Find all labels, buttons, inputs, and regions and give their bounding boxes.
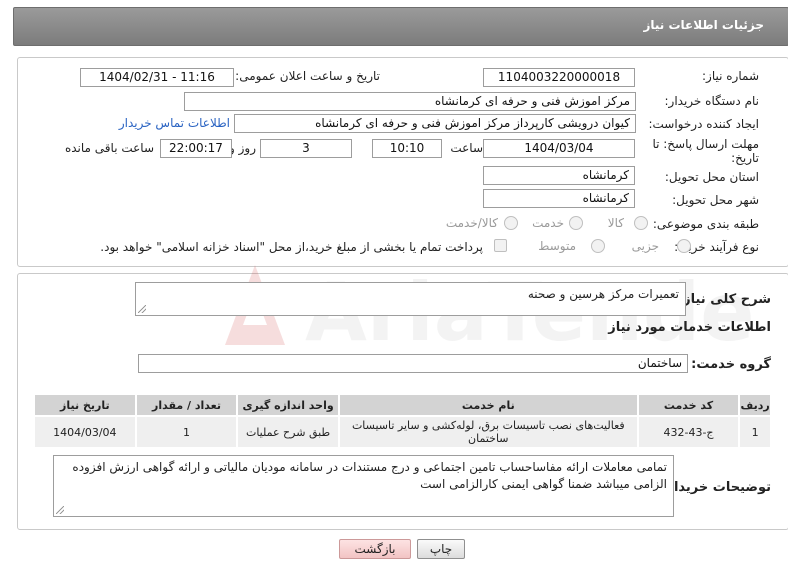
purchase-type-option-medium: متوسط: [538, 239, 576, 253]
resize-grip-icon[interactable]: [56, 506, 64, 514]
purchase-type-radio-minor[interactable]: [677, 239, 691, 253]
need-number-field: 1104003220000018: [483, 68, 635, 87]
col-need-date: تاریخ نیاز: [35, 395, 135, 415]
services-table: ردیف کد خدمت نام خدمت واحد اندازه گیری ت…: [33, 393, 772, 449]
announce-datetime-label: تاریخ و ساعت اعلان عمومی:: [235, 69, 380, 83]
category-option-service: خدمت: [532, 216, 564, 230]
category-radio-goods[interactable]: [634, 216, 648, 230]
requester-label: ایجاد کننده درخواست:: [648, 117, 759, 131]
need-info-panel: [17, 57, 788, 267]
buyer-notes-textarea[interactable]: تمامی معاملات ارائه مفاساحساب تامین اجتم…: [53, 455, 674, 517]
deadline-time-field: 10:10: [372, 139, 442, 158]
purchase-type-option-minor: جزیی: [631, 239, 659, 253]
page-title: جزئیات اطلاعات نیاز: [643, 18, 764, 32]
table-row: 1 ج-43-432 فعالیت‌های نصب تاسیسات برق، ل…: [35, 417, 770, 447]
category-radio-goods-service[interactable]: [504, 216, 518, 230]
deadline-label-line1: مهلت ارسال پاسخ: تا: [652, 137, 759, 151]
service-group-label: گروه خدمت:: [691, 357, 771, 372]
category-radio-service[interactable]: [569, 216, 583, 230]
category-option-goods-service: کالا/خدمت: [445, 216, 498, 230]
back-button[interactable]: بازگشت: [339, 539, 411, 559]
cell-quantity: 1: [136, 417, 237, 447]
city-field: کرمانشاه: [483, 189, 635, 208]
col-service-name: نام خدمت: [339, 395, 637, 415]
col-row-number: ردیف: [740, 395, 770, 415]
buyer-notes-text: تمامی معاملات ارائه مفاساحساب تامین اجتم…: [72, 460, 667, 491]
col-quantity: تعداد / مقدار: [136, 395, 237, 415]
buyer-contact-link[interactable]: اطلاعات تماس خریدار: [119, 116, 230, 130]
treasury-payment-note: پرداخت تمام یا بخشی از مبلغ خرید،از محل …: [100, 240, 483, 254]
page-header: جزئیات اطلاعات نیاز: [13, 7, 788, 46]
deadline-date-field: 1404/03/04: [483, 139, 635, 158]
category-label: طبقه بندی موضوعی:: [652, 217, 759, 231]
print-button[interactable]: چاپ: [417, 539, 465, 559]
need-number-label: شماره نیاز:: [702, 69, 759, 83]
deadline-time-label: ساعت: [450, 141, 483, 155]
city-label: شهر محل تحویل:: [672, 193, 759, 207]
province-label: استان محل تحویل:: [664, 170, 759, 184]
purchase-type-radio-medium[interactable]: [591, 239, 605, 253]
cell-need-date: 1404/03/04: [35, 417, 135, 447]
cell-unit: طبق شرح عملیات: [238, 417, 338, 447]
buyer-org-label: نام دستگاه خریدار:: [664, 94, 760, 108]
service-group-field: ساختمان: [138, 354, 688, 373]
province-field: کرمانشاه: [483, 166, 635, 185]
description-label: شرح کلی نیاز:: [677, 292, 771, 307]
description-text: تعمیرات مرکز هرسین و صحنه: [527, 287, 679, 301]
services-section-title: اطلاعات خدمات مورد نیاز: [608, 320, 771, 335]
announce-datetime-field: 1404/02/31 - 11:16: [80, 68, 234, 87]
remaining-time-field: 22:00:17: [160, 139, 232, 158]
category-option-goods: کالا: [607, 216, 624, 230]
description-textarea[interactable]: تعمیرات مرکز هرسین و صحنه: [135, 282, 686, 316]
deadline-label-line2: تاریخ:: [731, 151, 759, 165]
days-label: روز و: [229, 141, 256, 155]
buyer-notes-label: توضیحات خریدار:: [661, 480, 771, 495]
cell-service-code: ج-43-432: [638, 417, 739, 447]
resize-grip-icon[interactable]: [138, 305, 146, 313]
remaining-time-label: ساعت باقی مانده: [64, 141, 154, 155]
treasury-payment-checkbox[interactable]: [494, 239, 507, 252]
requester-field: کیوان درویشی کارپرداز مرکز اموزش فنی و ح…: [234, 114, 636, 133]
col-service-code: کد خدمت: [638, 395, 739, 415]
cell-row-number: 1: [740, 417, 770, 447]
buyer-org-field: مرکز اموزش فنی و حرفه ای کرمانشاه: [184, 92, 636, 111]
days-field: 3: [260, 139, 352, 158]
col-unit: واحد اندازه گیری: [238, 395, 338, 415]
table-header-row: ردیف کد خدمت نام خدمت واحد اندازه گیری ت…: [35, 395, 770, 415]
cell-service-name: فعالیت‌های نصب تاسیسات برق، لوله‌کشی و س…: [339, 417, 637, 447]
